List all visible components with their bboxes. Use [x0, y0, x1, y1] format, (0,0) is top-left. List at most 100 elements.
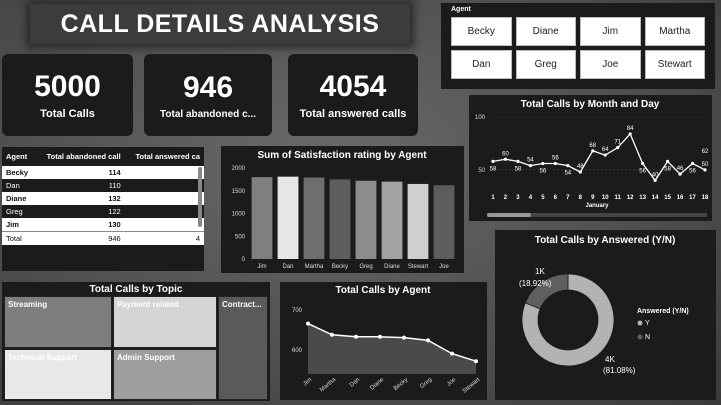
column-header-abandoned[interactable]: Total abandoned call	[35, 147, 125, 166]
kpi-label: Total answered calls	[299, 108, 407, 120]
cell-abandoned: 110	[34, 179, 125, 192]
data-label: 48	[577, 164, 584, 170]
tile-label: Admin Support	[117, 353, 175, 362]
x-tick-label: 15	[664, 195, 671, 201]
table-scrollbar[interactable]	[198, 167, 202, 227]
cell-total-answered: 4	[124, 231, 204, 245]
x-tick-label: 11	[615, 195, 622, 201]
kpi-card-total-calls[interactable]: 5000 Total Calls	[2, 54, 133, 136]
treemap-tile-contract[interactable]: Contract...	[218, 296, 268, 400]
data-label: 56	[540, 169, 547, 175]
cell-agent: Dan	[2, 179, 35, 192]
data-point	[306, 321, 310, 326]
bar-joe	[433, 185, 455, 259]
x-tick-label: Dan	[282, 264, 293, 270]
data-point	[503, 157, 508, 161]
slicer-item-diane[interactable]: Diane	[515, 17, 576, 46]
data-label: 58	[664, 166, 671, 172]
data-label: 62	[702, 149, 709, 155]
x-tick-label: 14	[652, 195, 659, 201]
chart-title: Total Calls by Answered (Y/N)	[535, 235, 676, 246]
data-point	[553, 161, 557, 166]
column-header-answered[interactable]: Total answered ca	[125, 147, 204, 166]
chart-scrollbar-thumb[interactable]	[487, 213, 531, 217]
data-point	[528, 164, 533, 168]
table-row[interactable]: Becky 114	[2, 166, 204, 179]
slicer-item-joe[interactable]: Joe	[580, 50, 641, 79]
treemap-tile-technical[interactable]: Technical Support	[4, 349, 112, 400]
tile-label: Streaming	[8, 300, 48, 309]
cell-agent: Jim	[2, 218, 35, 232]
tile-label: Contract...	[222, 300, 262, 309]
cell-abandoned: 114	[34, 166, 125, 179]
legend-label-n[interactable]: N	[645, 334, 650, 341]
y-tick-label: 700	[292, 308, 303, 314]
x-tick-label: Jim	[257, 264, 266, 270]
data-point	[378, 334, 382, 339]
x-tick-label: Greg	[359, 264, 372, 270]
x-tick-label: 13	[639, 195, 646, 201]
x-tick-label: Diane	[384, 264, 400, 270]
data-label: 56	[689, 169, 696, 175]
slicer-header: Agent	[451, 6, 471, 13]
slicer-item-stewart[interactable]: Stewart	[644, 50, 705, 79]
data-point	[616, 146, 620, 150]
kpi-value: 5000	[34, 70, 101, 103]
kpi-label: Total abandoned c...	[160, 108, 256, 120]
x-tick-label: 12	[627, 195, 634, 201]
y-tick-label: 2000	[232, 166, 246, 172]
treemap-tile-payment[interactable]: Payment related	[113, 296, 217, 348]
x-tick-label: Joe	[439, 264, 449, 270]
tile-label: Payment related	[117, 300, 179, 309]
agent-calls-table[interactable]: Agent Total abandoned call Total answere…	[2, 147, 204, 271]
data-point	[354, 334, 358, 339]
cell-answered	[124, 205, 204, 218]
data-label: 58	[490, 166, 497, 172]
slice-label-y: 4K	[605, 355, 615, 364]
legend-label-y[interactable]: Y	[645, 320, 650, 327]
data-point	[665, 159, 670, 163]
bar-diane	[381, 181, 403, 259]
data-point	[541, 161, 545, 166]
data-label: 54	[564, 171, 571, 177]
satisfaction-bar-chart: Sum of Satisfaction rating by Agent 0500…	[221, 146, 464, 273]
data-point	[450, 351, 454, 356]
x-tick-label: 16	[677, 195, 684, 201]
chart-title: Total Calls by Month and Day	[521, 99, 660, 110]
kpi-card-abandoned-calls[interactable]: 946 Total abandoned c...	[144, 54, 272, 136]
x-tick-label: Becky	[332, 264, 348, 270]
cell-agent: Greg	[2, 205, 35, 218]
data-label: 56	[639, 169, 646, 175]
answered-donut-chart: Total Calls by Answered (Y/N) 4K (81.08%)…	[495, 230, 716, 400]
data-point	[678, 172, 682, 176]
bar-stewart	[407, 183, 429, 259]
table-row[interactable]: Diane 132	[2, 192, 204, 205]
kpi-card-answered-calls[interactable]: 4054 Total answered calls	[288, 54, 418, 136]
data-point	[653, 178, 657, 183]
data-label: 68	[589, 143, 596, 149]
slicer-item-jim[interactable]: Jim	[580, 17, 641, 46]
treemap-tile-streaming[interactable]: Streaming	[4, 296, 112, 348]
slicer-item-dan[interactable]: Dan	[451, 50, 512, 79]
slicer-item-martha[interactable]: Martha	[644, 17, 705, 46]
kpi-label: Total Calls	[40, 108, 95, 120]
data-label: 50	[702, 162, 709, 168]
slicer-item-greg[interactable]: Greg	[515, 50, 576, 79]
data-label: 84	[627, 126, 634, 132]
data-label: 60	[502, 151, 509, 157]
table-row[interactable]: Greg 122	[2, 205, 204, 218]
data-point	[491, 159, 495, 163]
y-tick-label: 50	[478, 168, 485, 174]
column-header-agent[interactable]: Agent	[2, 147, 35, 166]
data-point	[578, 170, 582, 174]
cell-abandoned: 130	[34, 218, 125, 232]
treemap-tile-admin[interactable]: Admin Support	[113, 349, 217, 400]
table-row[interactable]: Jim 130	[2, 218, 204, 232]
cell-answered	[124, 179, 204, 192]
data-point	[603, 153, 607, 157]
kpi-value: 4054	[319, 70, 387, 103]
slice-pct-n: (18.92%)	[519, 279, 552, 288]
slicer-item-becky[interactable]: Becky	[451, 17, 512, 46]
data-point	[426, 338, 430, 343]
table-row[interactable]: Dan 110	[2, 179, 204, 192]
